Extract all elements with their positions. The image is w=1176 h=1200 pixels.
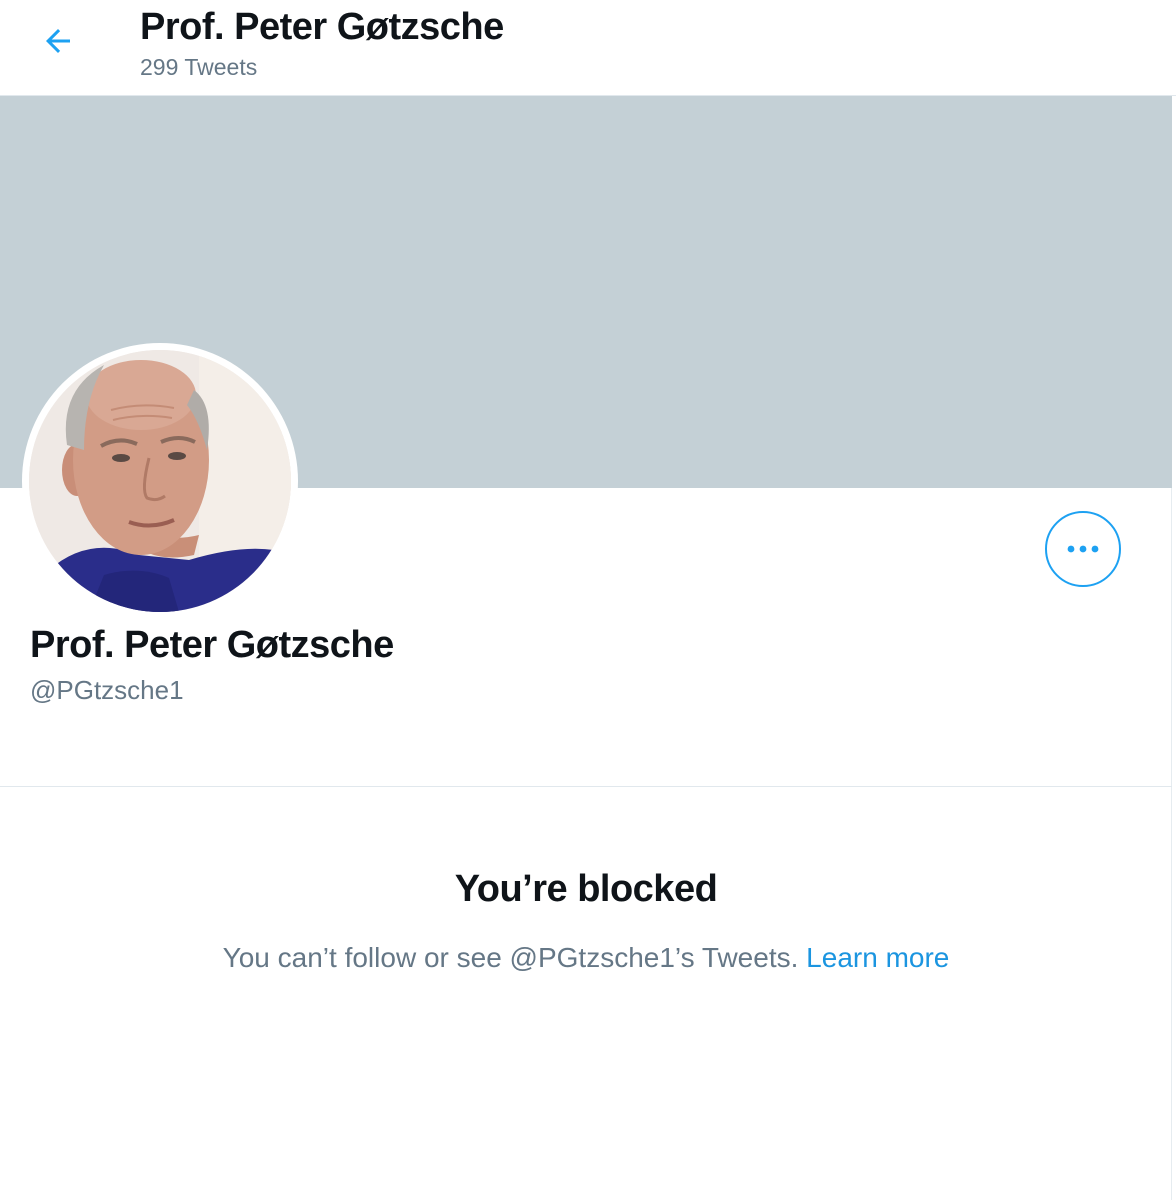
back-arrow-icon	[46, 29, 70, 53]
profile-header: Prof. Peter Gøtzsche 299 Tweets	[0, 0, 1176, 96]
blocked-message-text: You can’t follow or see @PGtzsche1’s Twe…	[222, 942, 799, 973]
profile-handle: @PGtzsche1	[30, 675, 184, 705]
blocked-title: You’re blocked	[454, 868, 718, 910]
avatar[interactable]	[22, 343, 298, 619]
learn-more-link[interactable]: Learn more	[806, 942, 949, 973]
blocked-message: You can’t follow or see @PGtzsche1’s Twe…	[0, 939, 1172, 977]
header-title: Prof. Peter Gøtzsche	[140, 6, 504, 48]
more-options-button[interactable]	[1045, 511, 1121, 587]
profile-name: Prof. Peter Gøtzsche	[30, 624, 394, 666]
avatar-photo	[29, 350, 291, 612]
tweet-count: 299 Tweets	[140, 54, 258, 80]
back-button[interactable]	[26, 16, 90, 66]
more-horizontal-icon	[1067, 545, 1099, 553]
profile-page: Prof. Peter Gøtzsche 299 Tweets Prof. Pe…	[0, 0, 1176, 1200]
section-divider	[0, 786, 1172, 787]
